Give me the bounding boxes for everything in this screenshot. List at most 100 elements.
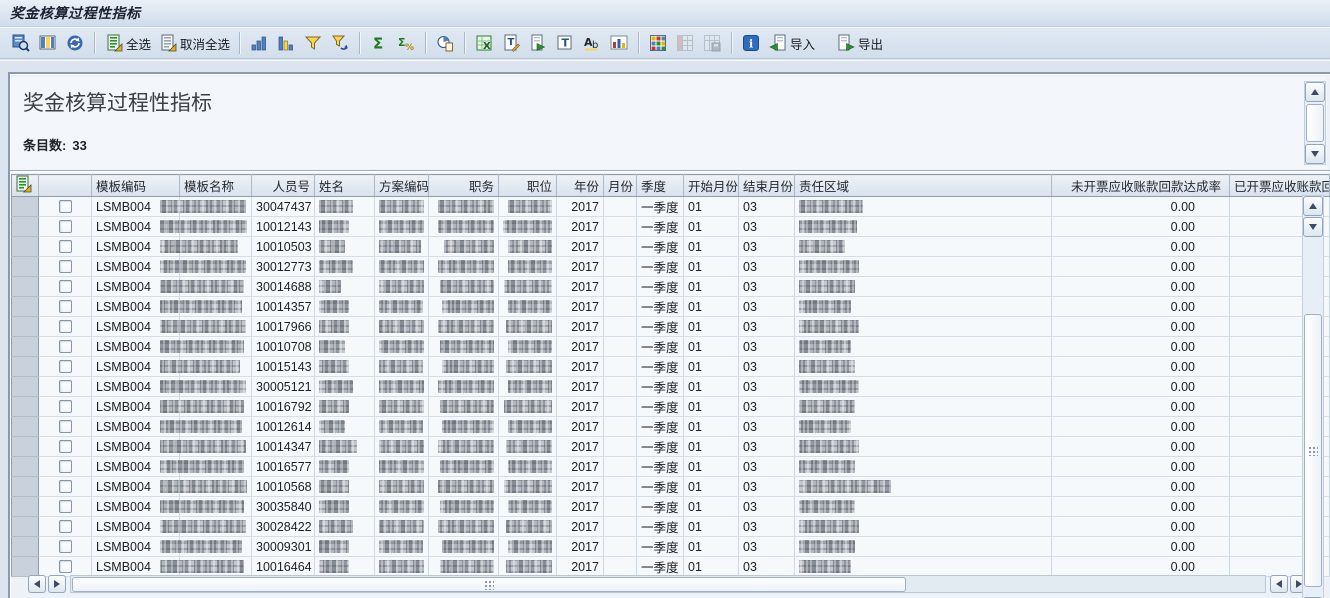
row-selector[interactable] xyxy=(12,197,39,217)
col-header-sel[interactable] xyxy=(12,175,39,197)
cell-duty xyxy=(429,277,499,297)
col-header-scheme_code[interactable]: 方案编码 xyxy=(375,175,429,197)
col-header-checkbox[interactable] xyxy=(39,175,92,197)
grid-hscrollbar-track[interactable] xyxy=(70,575,1266,593)
col-header-position[interactable]: 职位 xyxy=(499,175,557,197)
export-button[interactable]: 导出 xyxy=(834,31,885,55)
info-button[interactable]: i xyxy=(739,31,763,55)
row-checkbox[interactable] xyxy=(59,460,72,473)
cell-personnel_no: 10016792 xyxy=(252,397,315,417)
layout-button[interactable] xyxy=(36,31,60,55)
refresh-button[interactable] xyxy=(63,31,87,55)
row-checkbox[interactable] xyxy=(59,340,72,353)
select-all-button[interactable]: 全选 xyxy=(102,31,153,55)
subtotal-button[interactable]: Σ% xyxy=(394,31,418,55)
col-header-year[interactable]: 年份 xyxy=(557,175,604,197)
row-checkbox[interactable] xyxy=(59,500,72,513)
row-selector[interactable] xyxy=(12,337,39,357)
cell-personnel_no: 10014357 xyxy=(252,297,315,317)
row-checkbox[interactable] xyxy=(59,280,72,293)
row-selector[interactable] xyxy=(12,477,39,497)
row-selector[interactable] xyxy=(12,397,39,417)
sort-asc-button[interactable] xyxy=(247,31,271,55)
redacted-scheme_code xyxy=(379,400,424,413)
grid-scroll-down-button[interactable] xyxy=(1303,217,1323,237)
row-checkbox[interactable] xyxy=(59,380,72,393)
row-selector[interactable] xyxy=(12,257,39,277)
graphic-button[interactable] xyxy=(607,31,631,55)
row-checkbox[interactable] xyxy=(59,420,72,433)
col-header-duty[interactable]: 职务 xyxy=(429,175,499,197)
grid-vscrollbar-thumb[interactable] xyxy=(1304,314,1322,587)
row-checkbox[interactable] xyxy=(59,440,72,453)
grid-vscrollbar-track[interactable] xyxy=(1302,195,1324,598)
find-button[interactable] xyxy=(9,31,33,55)
col-header-rate[interactable]: 未开票应收账款回款达成率 xyxy=(1052,175,1230,197)
row-selector[interactable] xyxy=(12,497,39,517)
grid-scroll-left-button-right[interactable] xyxy=(1270,575,1288,593)
row-checkbox[interactable] xyxy=(59,400,72,413)
cell-position xyxy=(499,477,557,497)
col-header-area[interactable]: 责任区域 xyxy=(795,175,1052,197)
row-selector[interactable] xyxy=(12,377,39,397)
grid-scroll-left-button[interactable] xyxy=(28,575,46,593)
deselect-all-button[interactable]: 取消全选 xyxy=(156,31,232,55)
row-selector[interactable] xyxy=(12,317,39,337)
excel-button[interactable]: X xyxy=(472,31,496,55)
row-checkbox[interactable] xyxy=(59,220,72,233)
cell-month xyxy=(604,297,637,317)
col-header-start_month[interactable]: 开始月份 xyxy=(684,175,739,197)
row-selector[interactable] xyxy=(12,517,39,537)
col-header-name[interactable]: 姓名 xyxy=(315,175,375,197)
sort-desc-button[interactable] xyxy=(274,31,298,55)
row-checkbox[interactable] xyxy=(59,260,72,273)
row-selector[interactable] xyxy=(12,277,39,297)
row-checkbox[interactable] xyxy=(59,560,72,573)
col-header-template_code[interactable]: 模板编码 xyxy=(92,175,180,197)
redacted-area xyxy=(799,560,851,573)
local-file-button[interactable] xyxy=(526,31,550,55)
col-header-personnel_no[interactable]: 人员号 xyxy=(252,175,315,197)
col-header-month[interactable]: 月份 xyxy=(604,175,637,197)
grid-hscrollbar-thumb[interactable] xyxy=(72,577,906,592)
col-header-end_month[interactable]: 结束月份 xyxy=(739,175,795,197)
select-all-grid-icon[interactable] xyxy=(14,182,32,196)
col-header-invoiced[interactable]: 已开票应收账款回款 xyxy=(1230,175,1330,197)
row-selector[interactable] xyxy=(12,297,39,317)
row-selector[interactable] xyxy=(12,217,39,237)
row-checkbox[interactable] xyxy=(59,480,72,493)
row-checkbox[interactable] xyxy=(59,240,72,253)
row-selector[interactable] xyxy=(12,437,39,457)
filter-button[interactable] xyxy=(301,31,325,55)
row-selector[interactable] xyxy=(12,237,39,257)
header-vscrollbar-thumb[interactable] xyxy=(1306,104,1324,142)
text-view-button[interactable]: T xyxy=(553,31,577,55)
grid-scroll-right-button[interactable] xyxy=(48,575,66,593)
word-button[interactable]: T xyxy=(499,31,523,55)
header-scroll-up-button[interactable] xyxy=(1305,82,1325,102)
row-checkbox[interactable] xyxy=(59,520,72,533)
grid-layout-button[interactable] xyxy=(646,31,670,55)
row-selector[interactable] xyxy=(12,417,39,437)
cell-year: 2017 xyxy=(557,277,604,297)
sum-button[interactable]: Σ xyxy=(367,31,391,55)
col-header-quarter[interactable]: 季度 xyxy=(637,175,684,197)
print-preview-button[interactable] xyxy=(433,31,457,55)
header-vscrollbar-track[interactable] xyxy=(1304,81,1326,165)
row-checkbox[interactable] xyxy=(59,540,72,553)
row-checkbox[interactable] xyxy=(59,360,72,373)
grid-scroll-up-button[interactable] xyxy=(1303,196,1323,216)
row-selector[interactable] xyxy=(12,537,39,557)
delete-filter-button[interactable] xyxy=(328,31,352,55)
row-checkbox[interactable] xyxy=(59,200,72,213)
abc-button[interactable]: Ab xyxy=(580,31,604,55)
row-selector[interactable] xyxy=(12,357,39,377)
row-checkbox[interactable] xyxy=(59,320,72,333)
row-checkbox[interactable] xyxy=(59,300,72,313)
import-button[interactable]: 导入 xyxy=(766,31,817,55)
header-scroll-down-button[interactable] xyxy=(1305,144,1325,164)
row-selector[interactable] xyxy=(12,457,39,477)
cell-end_month: 03 xyxy=(739,497,795,517)
col-header-template_name[interactable]: 模板名称 xyxy=(180,175,252,197)
row-selector[interactable] xyxy=(12,557,39,577)
